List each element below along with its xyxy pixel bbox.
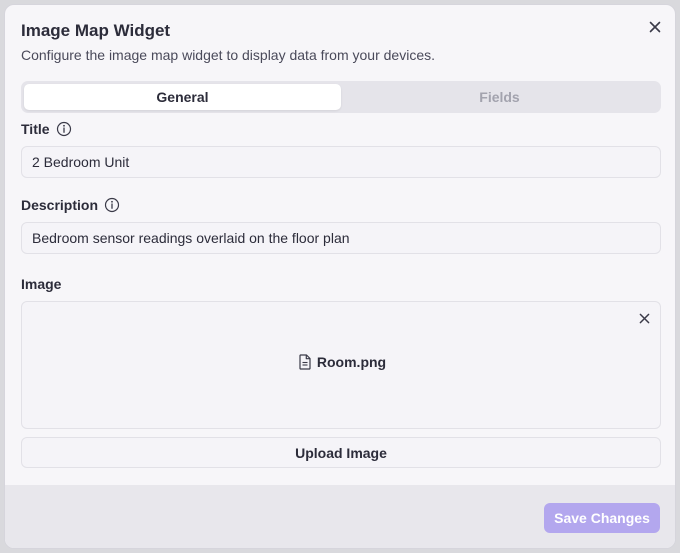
image-label-text: Image <box>21 276 62 292</box>
tab-bar: General Fields <box>21 81 661 113</box>
title-field-label: Title <box>21 121 72 137</box>
close-icon <box>649 21 661 33</box>
image-filename: Room.png <box>316 354 387 370</box>
image-file: Room.png <box>22 354 662 370</box>
image-preview-box: Room.png <box>21 301 661 429</box>
description-label-text: Description <box>21 197 99 213</box>
title-input[interactable] <box>21 146 661 178</box>
tab-fields[interactable]: Fields <box>341 84 658 110</box>
info-icon[interactable] <box>104 197 120 213</box>
tab-general[interactable]: General <box>24 84 341 110</box>
upload-image-button[interactable]: Upload Image <box>21 437 661 468</box>
title-label-text: Title <box>21 121 50 137</box>
dialog-footer: Save Changes <box>5 485 675 548</box>
image-field-label: Image <box>21 276 61 292</box>
description-field-label: Description <box>21 197 120 213</box>
image-map-widget-dialog: Image Map Widget Configure the image map… <box>4 4 676 549</box>
description-input[interactable] <box>21 222 661 254</box>
file-icon <box>299 354 311 370</box>
dialog-subtitle: Configure the image map widget to displa… <box>21 47 435 63</box>
save-changes-button[interactable]: Save Changes <box>544 503 660 533</box>
remove-image-button[interactable] <box>634 308 654 328</box>
info-icon[interactable] <box>56 121 72 137</box>
close-button[interactable] <box>645 17 665 37</box>
remove-image-icon <box>639 313 649 323</box>
dialog-title: Image Map Widget <box>21 21 171 40</box>
